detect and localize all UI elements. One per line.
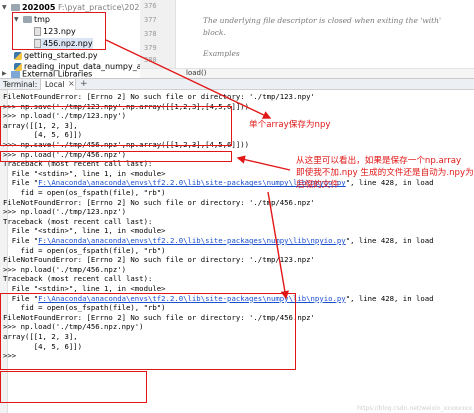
annotation-box-load-456-npz-npy	[0, 371, 147, 403]
terminal-output[interactable]: FileNotFoundError: [Errno 2] No such fil…	[0, 90, 474, 413]
top-area: ▼ 202005 F:\pyat_practice\202005 ▼ tmp 123…	[0, 0, 474, 78]
tree-item-label: External Libraries	[22, 70, 93, 78]
doc-text: block.	[203, 28, 226, 37]
library-icon	[11, 70, 20, 78]
line-number: 376	[144, 2, 157, 10]
tree-item-label: getting_started.py	[24, 51, 98, 60]
tab-local[interactable]: Local ×	[40, 79, 76, 90]
file-path-link[interactable]: F:\Anaconda\anaconda\envs\tf2.2.0\lib\si…	[38, 236, 346, 245]
terminal-line: Traceback (most recent call last):	[3, 274, 153, 284]
terminal-line: fid = open(os_fspath(file), "rb")	[3, 245, 166, 255]
line-number: 378	[144, 30, 157, 38]
terminal-line: File "<stdin>", line 1, in <module>	[3, 226, 166, 236]
tree-root-label: 202005	[22, 3, 56, 12]
annotation-note-1: 单个array保存为npy	[249, 120, 331, 130]
annotation-note-2-line-1: 从这里可以看出，如果是保存一个np.array	[296, 156, 462, 166]
close-icon[interactable]: ×	[68, 79, 75, 88]
line-number: 379	[144, 44, 157, 52]
doc-text: The underlying file descriptor is closed…	[203, 16, 442, 25]
editor-gutter: 376 377 378 379 380	[140, 0, 176, 68]
terminal-line: Traceback (most recent call last):	[3, 216, 153, 226]
tree-item-getting-started[interactable]: getting_started.py	[14, 50, 98, 61]
terminal-line: File "<stdin>", line 1, in <module>	[3, 168, 166, 178]
python-file-icon	[14, 51, 22, 60]
add-tab-icon[interactable]: +	[80, 79, 88, 89]
watermark: https://blog.csdn.net/weixin_xxxxxxxx	[357, 405, 472, 412]
annotation-box-save-123	[0, 106, 232, 146]
editor-doc-area[interactable]: The underlying file descriptor is closed…	[177, 0, 474, 68]
terminal-line: >>> np.load('./tmp/456.npz')	[3, 264, 127, 274]
terminal-line: File "F:\Anaconda\anaconda\envs\tf2.2.0\…	[3, 178, 434, 188]
breadcrumb: load()	[140, 68, 474, 78]
breadcrumb-item[interactable]: load()	[186, 69, 206, 77]
expand-arrow-icon[interactable]: ▶	[2, 70, 9, 78]
terminal-line: FileNotFoundError: [Errno 2] No such fil…	[3, 197, 315, 207]
folder-icon	[11, 4, 20, 11]
terminal-line: FileNotFoundError: [Errno 2] No such fil…	[3, 255, 315, 265]
annotation-note-2-line-3: 后缀的文件	[296, 180, 339, 190]
doc-text: Examples	[203, 49, 240, 58]
annotation-note-2-line-2: 即使我不加.npy 生成的文件还是自动为.npy为	[296, 168, 474, 178]
terminal-line: FileNotFoundError: [Errno 2] No such fil…	[3, 92, 315, 101]
terminal-line: >>> np.load('./tmp/123.npz')	[3, 207, 127, 217]
terminal-line: File "F:\Anaconda\anaconda\envs\tf2.2.0\…	[3, 236, 434, 245]
line-number: 377	[144, 16, 157, 24]
line-number: 380	[144, 56, 157, 64]
terminal-title: Terminal:	[3, 80, 38, 89]
project-tree: ▼ 202005 F:\pyat_practice\202005 ▼ tmp 123…	[0, 0, 155, 78]
terminal-line: fid = open(os_fspath(file), "rb")	[3, 188, 166, 197]
tree-item-external-libraries[interactable]: ▶ External Libraries	[2, 70, 92, 78]
expand-arrow-icon[interactable]: ▼	[2, 2, 9, 13]
annotation-box-tmp	[12, 12, 106, 50]
annotation-box-save-456	[0, 151, 232, 162]
terminal-tab-bar: Terminal: Local × +	[0, 78, 474, 90]
annotation-box-load-456-npz	[0, 293, 296, 370]
tab-local-label: Local	[45, 80, 65, 89]
